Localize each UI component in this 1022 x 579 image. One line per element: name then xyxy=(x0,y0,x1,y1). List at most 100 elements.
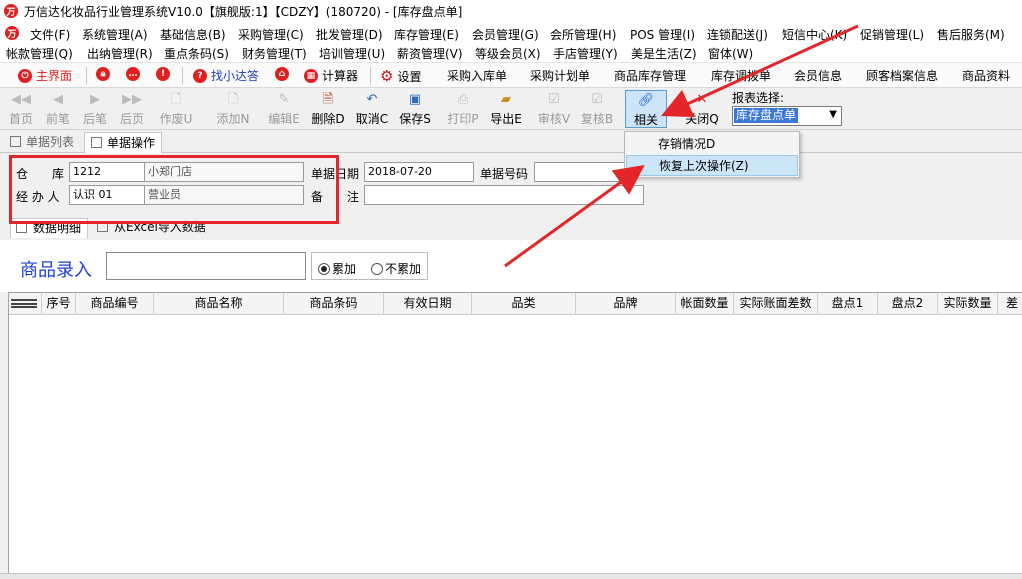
link-chain-icon: 🔗︎ xyxy=(637,93,655,108)
menu-window[interactable]: 窗体(W) xyxy=(708,45,753,62)
home-button[interactable]: ⏻ 主界面 xyxy=(18,67,72,84)
radio-empty-icon xyxy=(371,262,383,275)
calculator-icon: ▦ xyxy=(304,68,318,83)
document-tabs: 单据列表 单据操作 xyxy=(0,131,1022,153)
menu-pos[interactable]: POS 管理(I) xyxy=(630,26,695,43)
menu-chain-distribution[interactable]: 连锁配送(J) xyxy=(707,26,768,43)
col-header[interactable]: 品牌 xyxy=(576,293,676,315)
save-button[interactable]: ▣ 保存S xyxy=(397,90,433,128)
col-header[interactable]: 有效日期 xyxy=(384,293,472,315)
review-button[interactable]: ☑ 复核B xyxy=(579,90,615,128)
highlight-annotation-box xyxy=(9,155,339,224)
menu-purchase[interactable]: 采购管理(C) xyxy=(238,26,304,43)
product-entry-input[interactable] xyxy=(106,252,306,280)
delete-button[interactable]: 🗎 删除D xyxy=(310,90,346,128)
link-inventory-mgmt[interactable]: 商品库存管理 xyxy=(614,67,686,84)
tab-document-list[interactable]: 单据列表 xyxy=(4,132,80,153)
menu-accounts[interactable]: 帐款管理(Q) xyxy=(6,45,73,62)
first-page-button[interactable]: ◀◀ 首页 xyxy=(3,90,39,128)
calculator-button[interactable]: ▦ 计算器 xyxy=(304,67,358,84)
menu-beauty-life[interactable]: 美是生活(Z) xyxy=(631,45,697,62)
chat-icon[interactable]: … xyxy=(126,67,144,81)
menu-item-restore-last-operation[interactable]: 恢复上次操作(Z) xyxy=(626,155,798,176)
bulb-icon[interactable]: ! xyxy=(156,67,174,81)
print-button[interactable]: ⎙ 打印P xyxy=(445,90,481,128)
menu-wholesale[interactable]: 批发管理(D) xyxy=(316,26,383,43)
col-header[interactable]: 差 xyxy=(998,293,1022,315)
tab-document-operation[interactable]: 单据操作 xyxy=(84,132,163,153)
menu-member[interactable]: 会员管理(G) xyxy=(472,26,539,43)
menu-inventory[interactable]: 库存管理(E) xyxy=(394,26,459,43)
lock-icon[interactable]: 🔒︎ xyxy=(96,67,114,81)
menu-promotion[interactable]: 促销管理(L) xyxy=(860,26,924,43)
report-select[interactable]: 库存盘点单 ▼ xyxy=(732,106,842,126)
col-header[interactable]: 商品名称 xyxy=(154,293,284,315)
menu-file[interactable]: 文件(F) xyxy=(30,26,70,43)
col-header[interactable]: 盘点2 xyxy=(878,293,938,315)
toolbar: ◀◀ 首页 ◀ 前笔 ▶ 后笔 ▶▶ 后页 🗋 作废U 🗋 添加N ✎ 编辑E 🗎 删除D ↶ 取… xyxy=(0,88,1022,130)
next-record-button[interactable]: ▶ 后笔 xyxy=(77,90,113,128)
col-header[interactable]: 帐面数量 xyxy=(676,293,734,315)
chevron-down-icon: ▼ xyxy=(829,109,837,120)
find-assistant-button[interactable]: ? 找小达答 xyxy=(193,67,259,84)
link-product-data[interactable]: 商品资料 xyxy=(962,67,1010,84)
col-header[interactable]: 实际账面差数 xyxy=(734,293,818,315)
app-menu-icon[interactable]: 万 xyxy=(5,26,19,40)
last-page-button[interactable]: ▶▶ 后页 xyxy=(114,90,150,128)
related-dropdown-icon[interactable]: ▼ xyxy=(671,104,678,114)
menu-finance[interactable]: 财务管理(T) xyxy=(242,45,307,62)
menu-store[interactable]: 手店管理(Y) xyxy=(553,45,618,62)
menu-basic-info[interactable]: 基础信息(B) xyxy=(160,26,226,43)
link-purchase-inbound[interactable]: 采购入库单 xyxy=(447,67,507,84)
col-header[interactable]: 商品编号 xyxy=(76,293,154,315)
menu-sms-center[interactable]: 短信中心(K) xyxy=(782,26,847,43)
form-icon xyxy=(91,137,102,148)
menu-level-member[interactable]: 等级会员(X) xyxy=(475,45,541,62)
edit-button[interactable]: ✎ 编辑E xyxy=(266,90,302,128)
menu-club[interactable]: 会所管理(H) xyxy=(550,26,616,43)
number-label: 单据号码 xyxy=(480,167,529,181)
list-icon xyxy=(10,136,21,147)
settings-button[interactable]: ⚙ 设置 xyxy=(380,67,421,85)
menu-key-barcode[interactable]: 重点条码(S) xyxy=(164,45,229,62)
menu-cashier[interactable]: 出纳管理(R) xyxy=(87,45,153,62)
col-header[interactable]: 盘点1 xyxy=(818,293,878,315)
product-grid[interactable]: 序号 商品编号 商品名称 商品条码 有效日期 品类 品牌 帐面数量 实际账面差数… xyxy=(8,292,1022,579)
app-logo-icon: 万 xyxy=(4,4,18,18)
gear-icon: ⚙ xyxy=(380,67,394,85)
home-icon[interactable]: ⌂ xyxy=(275,67,293,81)
undo-icon: ↶ xyxy=(366,92,378,107)
number-field[interactable] xyxy=(534,162,630,182)
menu-after-sales[interactable]: 售后服务(M) xyxy=(937,26,1005,43)
title-bar: 万 万信达化妆品行业管理系统V10.0【旗舰版:1】【CDZY】(180720)… xyxy=(0,0,1022,22)
export-button[interactable]: ▰ 导出E xyxy=(488,90,524,128)
col-header[interactable]: 品类 xyxy=(472,293,576,315)
prev-record-button[interactable]: ◀ 前笔 xyxy=(40,90,76,128)
menu-salary[interactable]: 薪资管理(V) xyxy=(397,45,463,62)
col-header[interactable]: 实际数量 xyxy=(938,293,998,315)
cancel-button[interactable]: ↶ 取消C xyxy=(354,90,390,128)
add-button[interactable]: 🗋 添加N xyxy=(215,90,251,128)
link-customer-profile[interactable]: 顾客档案信息 xyxy=(866,67,938,84)
menu-row-2: 帐款管理(Q) 出纳管理(R) 重点条码(S) 财务管理(T) 培训管理(U) … xyxy=(0,43,1022,62)
no-accumulate-radio[interactable]: 不累加 xyxy=(371,260,421,277)
audit-button[interactable]: ☑ 审核V xyxy=(536,90,572,128)
remark-field[interactable] xyxy=(364,185,644,205)
link-member-info[interactable]: 会员信息 xyxy=(794,67,842,84)
related-button[interactable]: 🔗︎ 相关 xyxy=(625,90,667,128)
link-transfer[interactable]: 库存调拨单 xyxy=(711,67,771,84)
close-button[interactable]: ✕ 关闭Q xyxy=(684,90,720,128)
menu-item-sales-status[interactable]: 存销情况D xyxy=(626,134,798,155)
void-button[interactable]: 🗋 作废U xyxy=(158,90,194,128)
col-header[interactable]: 商品条码 xyxy=(284,293,384,315)
menu-training[interactable]: 培训管理(U) xyxy=(319,45,385,62)
date-field[interactable]: 2018-07-20 xyxy=(364,162,474,182)
accumulate-radio[interactable]: 累加 xyxy=(318,260,356,277)
next-icon: ▶ xyxy=(90,92,100,107)
link-purchase-plan[interactable]: 采购计划单 xyxy=(530,67,590,84)
menu-system[interactable]: 系统管理(A) xyxy=(82,26,148,43)
quick-access-bar: ⏻ 主界面 🔒︎ … ! ? 找小达答 ⌂ ▦ 计算器 ⚙ 设置 采购入库单 采… xyxy=(0,62,1022,88)
col-header[interactable]: 序号 xyxy=(42,293,76,315)
report-select-label: 报表选择: xyxy=(732,91,785,105)
grid-menu-button[interactable] xyxy=(9,293,42,315)
